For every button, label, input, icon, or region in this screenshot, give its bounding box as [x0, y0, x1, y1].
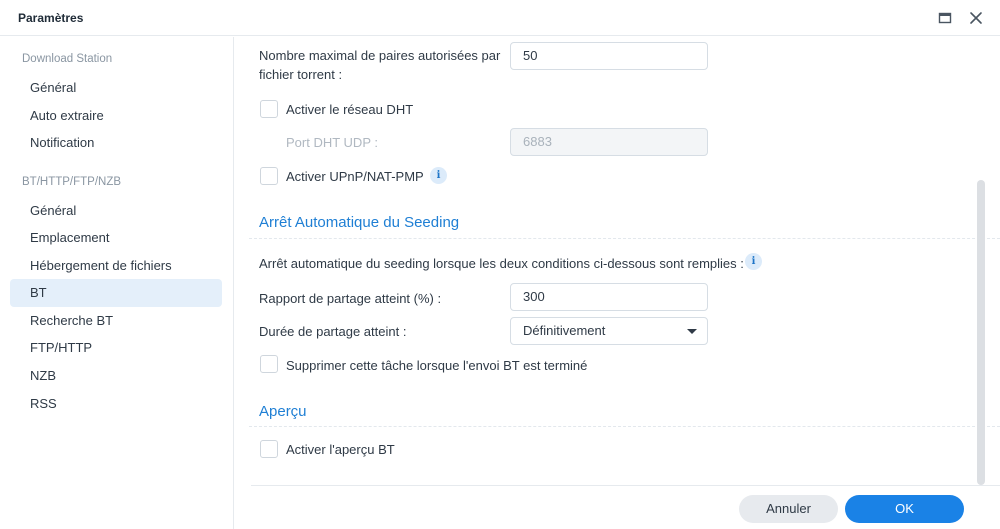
sidebar-section-bt-http-ftp-nzb: BT/HTTP/FTP/NZB: [22, 176, 122, 188]
sidebar-item-general-bt[interactable]: Général: [10, 197, 222, 225]
seeding-section-title: Arrêt Automatique du Seeding: [259, 214, 460, 231]
sidebar-section-download-station: Download Station: [22, 53, 113, 65]
preview-checkbox[interactable]: [260, 440, 278, 458]
close-icon[interactable]: [967, 9, 985, 27]
sidebar-item-general-download[interactable]: Général: [10, 74, 222, 102]
seeding-section-divider: [249, 238, 1000, 239]
preview-label: Activer l'aperçu BT: [286, 442, 395, 457]
preview-section-divider: [249, 426, 1000, 427]
maximize-icon[interactable]: [936, 9, 954, 27]
delete-task-label: Supprimer cette tâche lorsque l'envoi BT…: [286, 358, 588, 373]
seeding-description: Arrêt automatique du seeding lorsque les…: [259, 256, 744, 271]
max-peers-label-line2: fichier torrent :: [259, 67, 343, 82]
sidebar-item-nzb[interactable]: NZB: [10, 362, 222, 390]
dialog-footer: Annuler OK: [251, 485, 1000, 529]
sidebar-item-bt[interactable]: BT: [10, 279, 222, 307]
preview-section-title: Aperçu: [259, 403, 307, 420]
sidebar: Download Station Général Auto extraire N…: [0, 37, 234, 529]
dht-label: Activer le réseau DHT: [286, 102, 414, 117]
sidebar-item-notification[interactable]: Notification: [10, 129, 222, 157]
share-ratio-input[interactable]: 300: [510, 283, 708, 311]
chevron-down-icon: [687, 329, 697, 334]
max-peers-label-line1: Nombre maximal de paires autorisées par: [259, 48, 501, 63]
settings-content: Nombre maximal de paires autorisées par …: [235, 37, 1000, 485]
share-duration-label: Durée de partage atteint :: [259, 324, 407, 339]
max-peers-input[interactable]: 50: [510, 42, 708, 70]
window-titlebar: Paramètres: [0, 0, 1000, 36]
window-title: Paramètres: [18, 11, 84, 25]
cancel-button[interactable]: Annuler: [739, 495, 838, 523]
sidebar-item-auto-extract[interactable]: Auto extraire: [10, 102, 222, 130]
upnp-info-icon[interactable]: i: [430, 167, 447, 184]
share-duration-value: Définitivement: [523, 323, 606, 338]
seeding-info-icon[interactable]: i: [745, 253, 762, 270]
content-scrollbar[interactable]: [977, 180, 985, 485]
sidebar-item-location[interactable]: Emplacement: [10, 224, 222, 252]
dht-port-label: Port DHT UDP :: [286, 135, 378, 150]
upnp-label: Activer UPnP/NAT-PMP: [286, 169, 424, 184]
sidebar-item-bt-search[interactable]: Recherche BT: [10, 307, 222, 335]
delete-task-checkbox[interactable]: [260, 355, 278, 373]
share-ratio-label: Rapport de partage atteint (%) :: [259, 291, 442, 306]
dht-port-input[interactable]: 6883: [510, 128, 708, 156]
upnp-checkbox[interactable]: [260, 167, 278, 185]
ok-button[interactable]: OK: [845, 495, 964, 523]
sidebar-item-file-hosting[interactable]: Hébergement de fichiers: [10, 252, 222, 280]
sidebar-item-rss[interactable]: RSS: [10, 390, 222, 418]
dht-checkbox[interactable]: [260, 100, 278, 118]
share-duration-select[interactable]: Définitivement: [510, 317, 708, 345]
sidebar-item-ftp-http[interactable]: FTP/HTTP: [10, 334, 222, 362]
